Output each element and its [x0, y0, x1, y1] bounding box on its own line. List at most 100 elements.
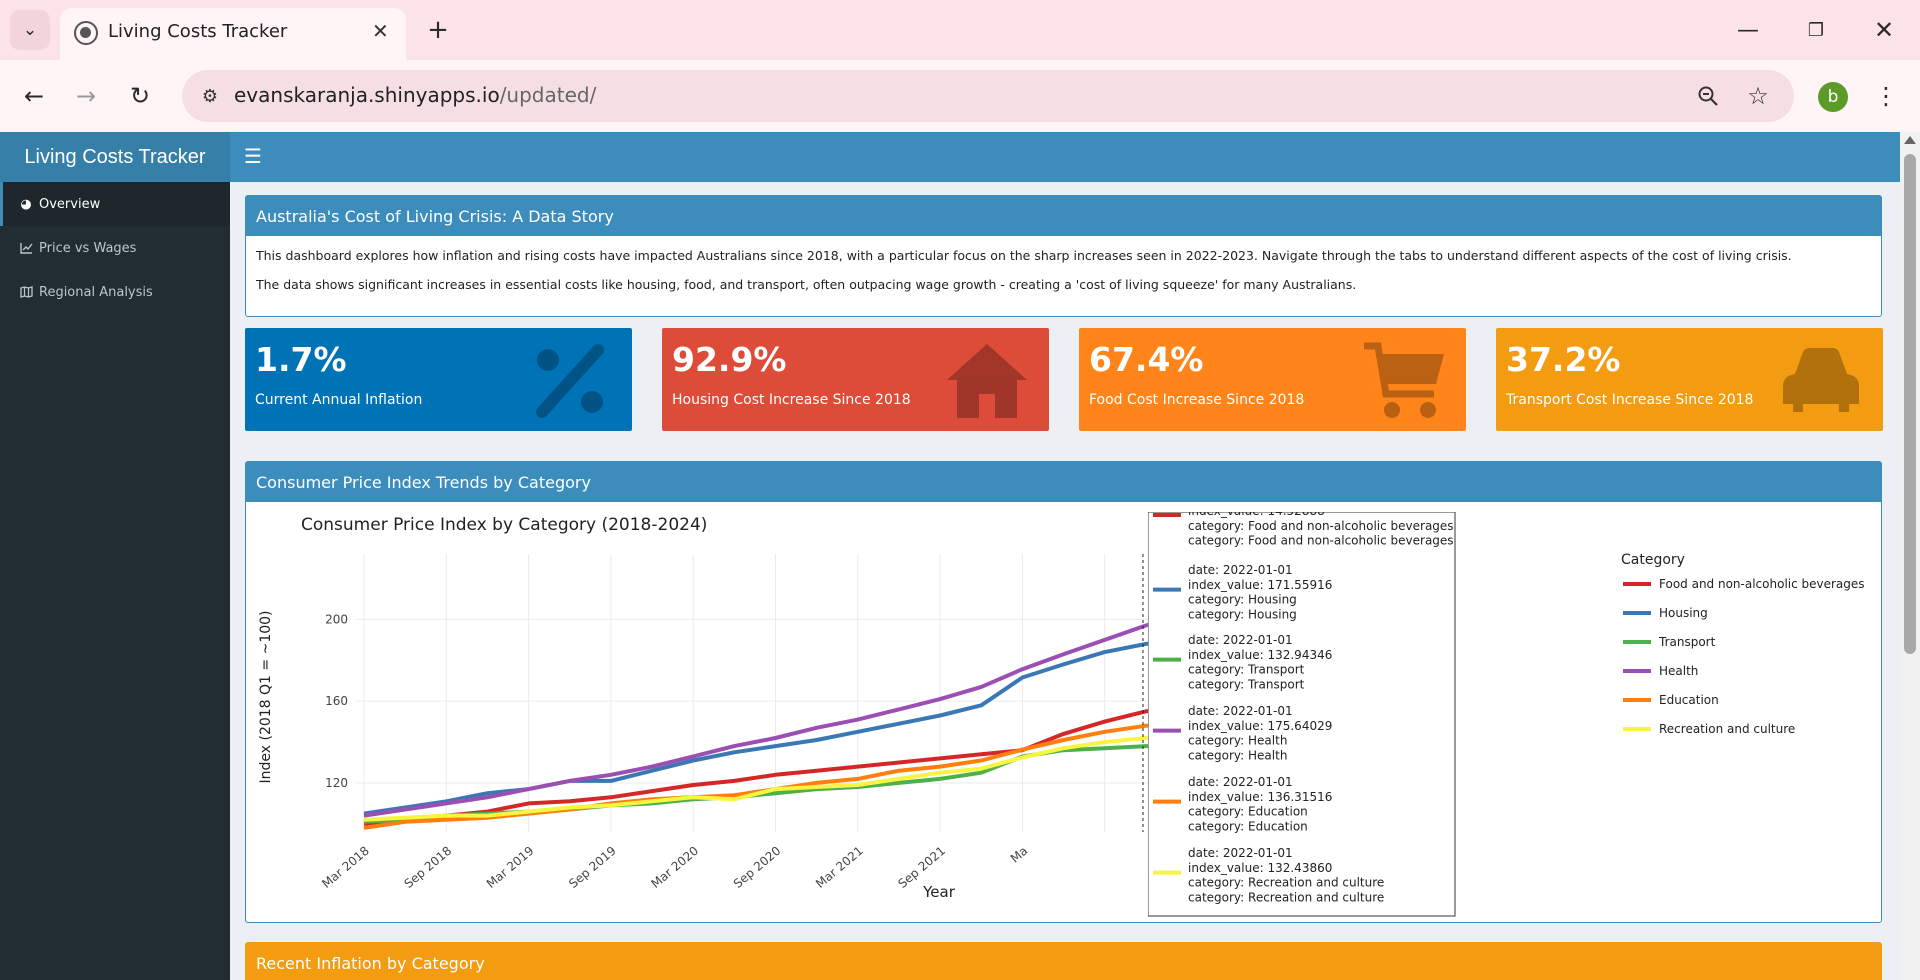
window-restore-button[interactable]: ❐ [1794, 12, 1838, 48]
chart-title: Consumer Price Index by Category (2018-2… [301, 515, 707, 535]
tooltip-line: index_value: 132.94346 [1188, 648, 1332, 662]
tooltip-line: date: 2022-01-01 [1188, 846, 1293, 860]
tooltip-line: category: Transport [1188, 663, 1305, 677]
dashboard-icon: ◕ [20, 196, 32, 212]
value-box-food: 67.4% Food Cost Increase Since 2018 [1079, 328, 1466, 431]
value-box-transport: 37.2% Transport Cost Increase Since 2018 [1496, 328, 1883, 431]
y-axis-label: Index (2018 Q1 = ~100) [258, 610, 274, 783]
tooltip-line: category: Health [1188, 734, 1287, 748]
inflation-box-title: Recent Inflation by Category [246, 943, 1881, 980]
cpi-box-title: Consumer Price Index Trends by Category [246, 462, 1881, 502]
story-paragraph: The data shows significant increases in … [256, 277, 1357, 292]
legend-item-label[interactable]: Housing [1659, 606, 1708, 620]
favicon-icon [74, 21, 98, 45]
forward-button[interactable]: → [66, 76, 106, 116]
legend-item-label[interactable]: Food and non-alcoholic beverages [1659, 577, 1865, 591]
y-tick-label: 200 [325, 612, 348, 626]
tooltip-line: category: Housing [1188, 607, 1297, 621]
page-scrollbar[interactable] [1900, 132, 1920, 980]
hover-tooltip: index_value: 14.52888category: Food and … [1148, 504, 1456, 917]
tab-close-icon[interactable]: ✕ [372, 19, 389, 43]
x-tick-label: Sep 2018 [402, 844, 455, 891]
value-box-label: Current Annual Inflation [255, 392, 423, 408]
sidebar-item-label: Price vs Wages [39, 240, 137, 256]
window-minimize-button[interactable]: — [1726, 12, 1770, 48]
sidebar: ◕ Overview Price vs Wages Regional Analy… [0, 182, 230, 980]
home-icon [947, 344, 1027, 418]
browser-tab-strip: ⌄ Living Costs Tracker ✕ + — ❐ ✕ [0, 0, 1920, 60]
back-button[interactable]: ← [14, 76, 54, 116]
scrollbar-thumb[interactable] [1904, 154, 1916, 654]
new-tab-button[interactable]: + [420, 12, 456, 48]
url-path: /updated/ [499, 83, 597, 107]
sidebar-toggle-icon[interactable]: ☰ [244, 144, 262, 168]
main-content: Australia's Cost of Living Crisis: A Dat… [230, 182, 1900, 980]
legend-item-label[interactable]: Transport [1658, 635, 1716, 649]
story-paragraph: This dashboard explores how inflation an… [256, 248, 1792, 263]
tooltip-line: category: Transport [1188, 677, 1305, 691]
url-host: evanskaranja.shinyapps.io [234, 83, 500, 107]
browser-menu-icon[interactable]: ⋮ [1866, 76, 1906, 116]
y-tick-label: 160 [325, 694, 348, 708]
cpi-trends-box: Consumer Price Index Trends by Category … [245, 461, 1882, 923]
scroll-up-arrow-icon[interactable] [1904, 136, 1916, 144]
tooltip-line: category: Health [1188, 748, 1287, 762]
shopping-cart-icon [1364, 342, 1444, 418]
sidebar-item-overview[interactable]: ◕ Overview [0, 182, 230, 226]
x-tick-label: Mar 2020 [648, 844, 701, 891]
bookmark-star-icon[interactable]: ☆ [1738, 76, 1778, 116]
value-box-label: Housing Cost Increase Since 2018 [672, 392, 911, 408]
car-icon [1783, 348, 1859, 412]
reload-button[interactable]: ↻ [120, 76, 160, 116]
app-viewport: Living Costs Tracker ☰ ◕ Overview Price … [0, 132, 1900, 980]
value-box-label: Transport Cost Increase Since 2018 [1506, 392, 1754, 408]
tooltip-line: category: Housing [1188, 593, 1297, 607]
value-box-housing: 92.9% Housing Cost Increase Since 2018 [662, 328, 1049, 431]
zoom-icon[interactable] [1688, 76, 1728, 116]
browser-toolbar: ← → ↻ ⚙ evanskaranja.shinyapps.io/update… [0, 60, 1920, 132]
tooltip-line: category: Food and non-alcoholic beverag… [1188, 534, 1454, 548]
legend-title: Category [1621, 552, 1685, 568]
tooltip-line: date: 2022-01-01 [1188, 633, 1293, 647]
tooltip-line: index_value: 132.43860 [1188, 861, 1332, 875]
x-tick-label: Sep 2019 [566, 844, 619, 891]
cpi-line-chart[interactable]: Consumer Price Index by Category (2018-2… [246, 502, 1881, 922]
legend-item-label[interactable]: Education [1659, 693, 1719, 707]
value-box-value: 37.2% [1506, 340, 1621, 379]
tooltip-line: date: 2022-01-01 [1188, 704, 1293, 718]
legend-item-label[interactable]: Health [1659, 664, 1698, 678]
x-tick-label: Sep 2020 [731, 844, 784, 891]
tooltip-line: index_value: 14.52888 [1188, 504, 1325, 518]
window-close-button[interactable]: ✕ [1862, 12, 1906, 48]
story-box-title: Australia's Cost of Living Crisis: A Dat… [246, 196, 1881, 236]
browser-tab[interactable]: Living Costs Tracker ✕ [60, 8, 406, 60]
profile-avatar[interactable]: b [1818, 82, 1848, 112]
tooltip-line: category: Food and non-alcoholic beverag… [1188, 519, 1454, 533]
percent-icon [536, 344, 604, 418]
x-tick-label: Mar 2021 [813, 844, 866, 891]
tooltip-line: date: 2022-01-01 [1188, 563, 1293, 577]
tooltip-line: index_value: 175.64029 [1188, 719, 1332, 733]
sidebar-item-regional-analysis[interactable]: Regional Analysis [0, 270, 230, 314]
value-box-label: Food Cost Increase Since 2018 [1089, 392, 1305, 408]
tooltip-line: date: 2022-01-01 [1188, 775, 1293, 789]
x-tick-label: Mar 2019 [484, 844, 537, 891]
story-body: This dashboard explores how inflation an… [246, 236, 1881, 318]
top-navbar: ☰ [230, 132, 1900, 182]
value-box-inflation: 1.7% Current Annual Inflation [245, 328, 632, 431]
url-text[interactable]: evanskaranja.shinyapps.io/updated/ [234, 83, 596, 107]
tab-search-button[interactable]: ⌄ [10, 10, 50, 50]
address-bar[interactable]: ⚙ evanskaranja.shinyapps.io/updated/ [182, 70, 1794, 122]
sidebar-item-price-vs-wages[interactable]: Price vs Wages [0, 226, 230, 270]
tooltip-line: category: Education [1188, 805, 1308, 819]
tooltip-line: index_value: 136.31516 [1188, 790, 1332, 804]
line-chart-icon [18, 242, 34, 254]
tooltip-line: category: Recreation and culture [1188, 876, 1384, 890]
tooltip-line: category: Education [1188, 819, 1308, 833]
map-icon [18, 286, 34, 298]
app-brand: Living Costs Tracker [0, 132, 230, 182]
site-info-icon[interactable]: ⚙ [198, 84, 222, 108]
sidebar-item-label: Overview [39, 196, 101, 212]
tooltip-line: category: Recreation and culture [1188, 890, 1384, 904]
legend-item-label[interactable]: Recreation and culture [1659, 722, 1795, 736]
